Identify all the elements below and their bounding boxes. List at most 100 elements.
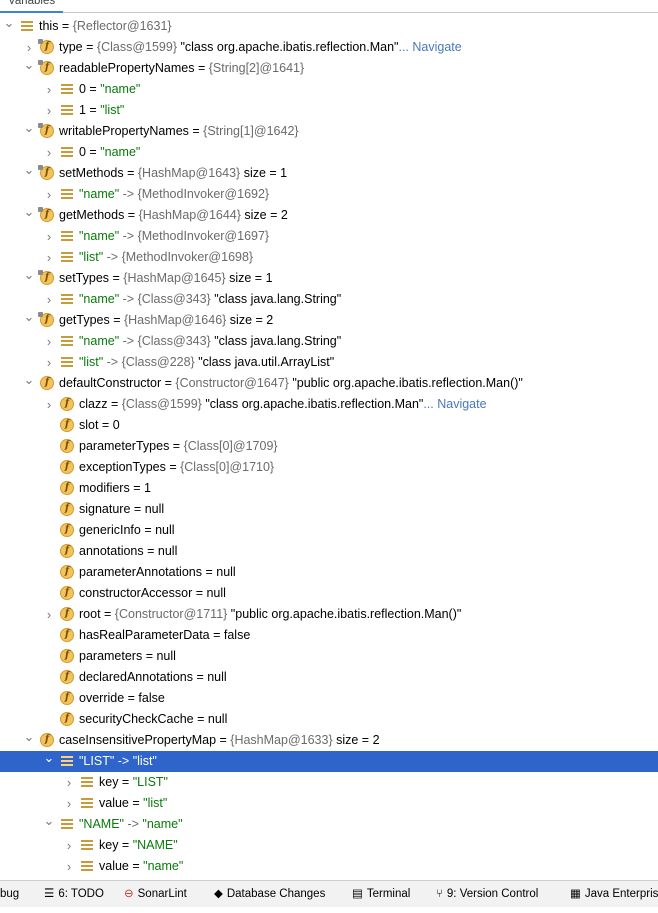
chevron-down-icon[interactable]: ⌄ — [42, 814, 56, 835]
chevron-right-icon[interactable]: › — [42, 100, 56, 121]
tree-row[interactable]: ⌄ f caseInsensitivePropertyMap = {HashMap@… — [0, 730, 658, 751]
tool-tab[interactable]: ▦ Java Enterpris — [570, 881, 658, 907]
chevron-right-icon[interactable]: › — [42, 247, 56, 268]
tree-row[interactable]: ⌄ f readablePropertyNames = {String[2]@164… — [0, 58, 658, 79]
chevron-down-icon[interactable]: ⌄ — [42, 751, 56, 772]
variable-value: {HashMap@1645} — [123, 271, 226, 285]
tree-row[interactable]: › "list" -> {MethodInvoker@1698} — [0, 247, 658, 268]
tree-row[interactable]: ⌄ this = {Reflector@1631} — [0, 16, 658, 37]
variable-label: "LIST" -> "list" — [79, 754, 157, 768]
variables-tree[interactable]: ⌄ this = {Reflector@1631} › f type = {Class@… — [0, 14, 658, 876]
tree-row[interactable]: ⌄ f defaultConstructor = {Constructor@1647… — [0, 373, 658, 394]
tree-row[interactable]: ⌄ "LIST" -> "list" — [0, 751, 658, 772]
navigate-link[interactable]: ... Navigate — [398, 40, 461, 54]
tree-row[interactable]: › "name" -> {MethodInvoker@1692} — [0, 184, 658, 205]
chevron-down-icon[interactable]: ⌄ — [22, 163, 36, 184]
tree-row[interactable]: ⌄ f getMethods = {HashMap@1644} size = 2 — [0, 205, 658, 226]
tree-row[interactable]: f constructorAccessor = null — [0, 583, 658, 604]
tree-row[interactable]: › value = "list" — [0, 793, 658, 814]
variable-name: "name" — [79, 187, 120, 201]
tool-tab[interactable]: bug — [0, 881, 19, 907]
chevron-right-icon[interactable]: › — [22, 37, 36, 58]
tree-row[interactable]: › f type = {Class@1599} "class org.apache.… — [0, 37, 658, 58]
tree-row[interactable]: f genericInfo = null — [0, 520, 658, 541]
tree-row[interactable]: f override = false — [0, 688, 658, 709]
tree-row[interactable]: › "name" -> {Class@343} "class java.lang.… — [0, 289, 658, 310]
tree-row[interactable]: f declaredAnnotations = null — [0, 667, 658, 688]
tree-row[interactable]: › key = "LIST" — [0, 772, 658, 793]
chevron-down-icon[interactable]: ⌄ — [22, 730, 36, 751]
tab-variables[interactable]: Variables — [0, 0, 64, 13]
variable-extra: "public org.apache.ibatis.reflection.Man… — [288, 376, 523, 390]
variable-name: value — [99, 796, 129, 810]
tree-row[interactable]: ⌄ f writablePropertyNames = {String[1]@164… — [0, 121, 658, 142]
chevron-right-icon[interactable]: › — [42, 226, 56, 247]
variable-value: {HashMap@1644} — [138, 208, 241, 222]
variable-value: "LIST" — [132, 775, 168, 789]
tree-row[interactable]: f parameterTypes = {Class[0]@1709} — [0, 436, 658, 457]
tree-row[interactable]: › "list" -> {Class@228} "class java.util.… — [0, 352, 658, 373]
tool-tab[interactable]: ⑂ 9: Version Control — [436, 881, 538, 907]
variable-label: value = "list" — [99, 796, 168, 810]
variable-label: 1 = "list" — [79, 103, 125, 117]
chevron-down-icon[interactable]: ⌄ — [22, 58, 36, 79]
tree-row[interactable]: f signature = null — [0, 499, 658, 520]
chevron-down-icon[interactable]: ⌄ — [22, 310, 36, 331]
chevron-right-icon[interactable]: › — [62, 856, 76, 876]
tree-row[interactable]: f securityCheckCache = null — [0, 709, 658, 730]
tree-row[interactable]: › "name" -> {Class@343} "class java.lang.… — [0, 331, 658, 352]
tree-row[interactable]: › 0 = "name" — [0, 79, 658, 100]
chevron-down-icon[interactable]: ⌄ — [22, 268, 36, 289]
tree-row[interactable]: ⌄ f getTypes = {HashMap@1646} size = 2 — [0, 310, 658, 331]
tree-row[interactable]: f annotations = null — [0, 541, 658, 562]
tree-row[interactable]: ⌄ f setTypes = {HashMap@1645} size = 1 — [0, 268, 658, 289]
variable-name: signature — [79, 502, 131, 516]
chevron-right-icon[interactable]: › — [42, 142, 56, 163]
tree-row[interactable]: › "name" -> {MethodInvoker@1697} — [0, 226, 658, 247]
tree-row[interactable]: › f clazz = {Class@1599} "class org.apache… — [0, 394, 658, 415]
tree-row[interactable]: f parameterAnnotations = null — [0, 562, 658, 583]
tool-tab[interactable]: ◆ Database Changes — [214, 881, 325, 907]
variable-value: null — [206, 586, 226, 600]
list-entry-icon — [60, 355, 74, 369]
tree-row[interactable]: f modifiers = 1 — [0, 478, 658, 499]
chevron-right-icon[interactable]: › — [42, 352, 56, 373]
tree-row[interactable]: ⌄ "NAME" -> "name" — [0, 814, 658, 835]
tree-row[interactable]: › key = "NAME" — [0, 835, 658, 856]
navigate-link[interactable]: ... Navigate — [423, 397, 486, 411]
tool-tab[interactable]: ⊖ SonarLint — [124, 881, 187, 907]
tool-tab-label: 6: TODO — [58, 888, 104, 901]
list-entry-icon — [60, 754, 74, 768]
tree-row[interactable]: f parameters = null — [0, 646, 658, 667]
tool-tab[interactable]: ☰ 6: TODO — [44, 881, 104, 907]
variable-name: "name" — [79, 292, 120, 306]
chevron-down-icon[interactable]: ⌄ — [22, 121, 36, 142]
variable-name: exceptionTypes — [79, 460, 166, 474]
chevron-right-icon[interactable]: › — [62, 835, 76, 856]
tree-row[interactable]: ⌄ f setMethods = {HashMap@1643} size = 1 — [0, 163, 658, 184]
variable-value: "name" — [142, 817, 183, 831]
tree-row[interactable]: › f root = {Constructor@1711} "public org.… — [0, 604, 658, 625]
tree-row[interactable]: f hasRealParameterData = false — [0, 625, 658, 646]
chevron-right-icon[interactable]: › — [62, 772, 76, 793]
chevron-down-icon[interactable]: ⌄ — [22, 205, 36, 226]
variable-value: null — [207, 712, 228, 726]
chevron-right-icon[interactable]: › — [42, 79, 56, 100]
tree-row[interactable]: › value = "name" — [0, 856, 658, 876]
chevron-right-icon[interactable]: › — [42, 604, 56, 625]
variable-label: getMethods = {HashMap@1644} size = 2 — [59, 208, 288, 222]
variable-extra: size = 1 — [240, 166, 288, 180]
chevron-right-icon[interactable]: › — [62, 793, 76, 814]
tree-row[interactable]: › 1 = "list" — [0, 100, 658, 121]
chevron-right-icon[interactable]: › — [42, 184, 56, 205]
chevron-right-icon[interactable]: › — [42, 289, 56, 310]
chevron-right-icon[interactable]: › — [42, 394, 56, 415]
chevron-right-icon[interactable]: › — [42, 331, 56, 352]
chevron-down-icon[interactable]: ⌄ — [22, 373, 36, 394]
variable-label: 0 = "name" — [79, 145, 141, 159]
tree-row[interactable]: f slot = 0 — [0, 415, 658, 436]
tree-row[interactable]: f exceptionTypes = {Class[0]@1710} — [0, 457, 658, 478]
tree-row[interactable]: › 0 = "name" — [0, 142, 658, 163]
chevron-down-icon[interactable]: ⌄ — [2, 16, 16, 37]
tool-tab[interactable]: ▤ Terminal — [352, 881, 410, 907]
